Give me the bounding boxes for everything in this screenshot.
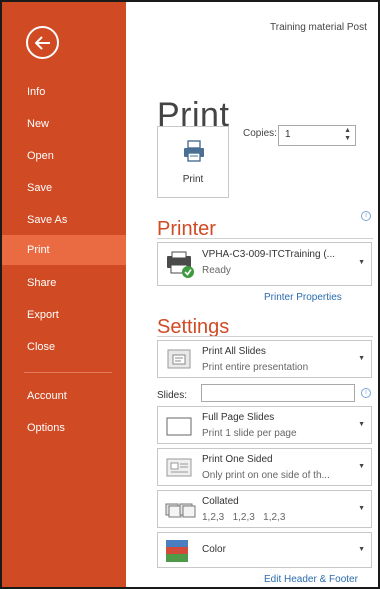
window-frame xyxy=(0,0,380,589)
